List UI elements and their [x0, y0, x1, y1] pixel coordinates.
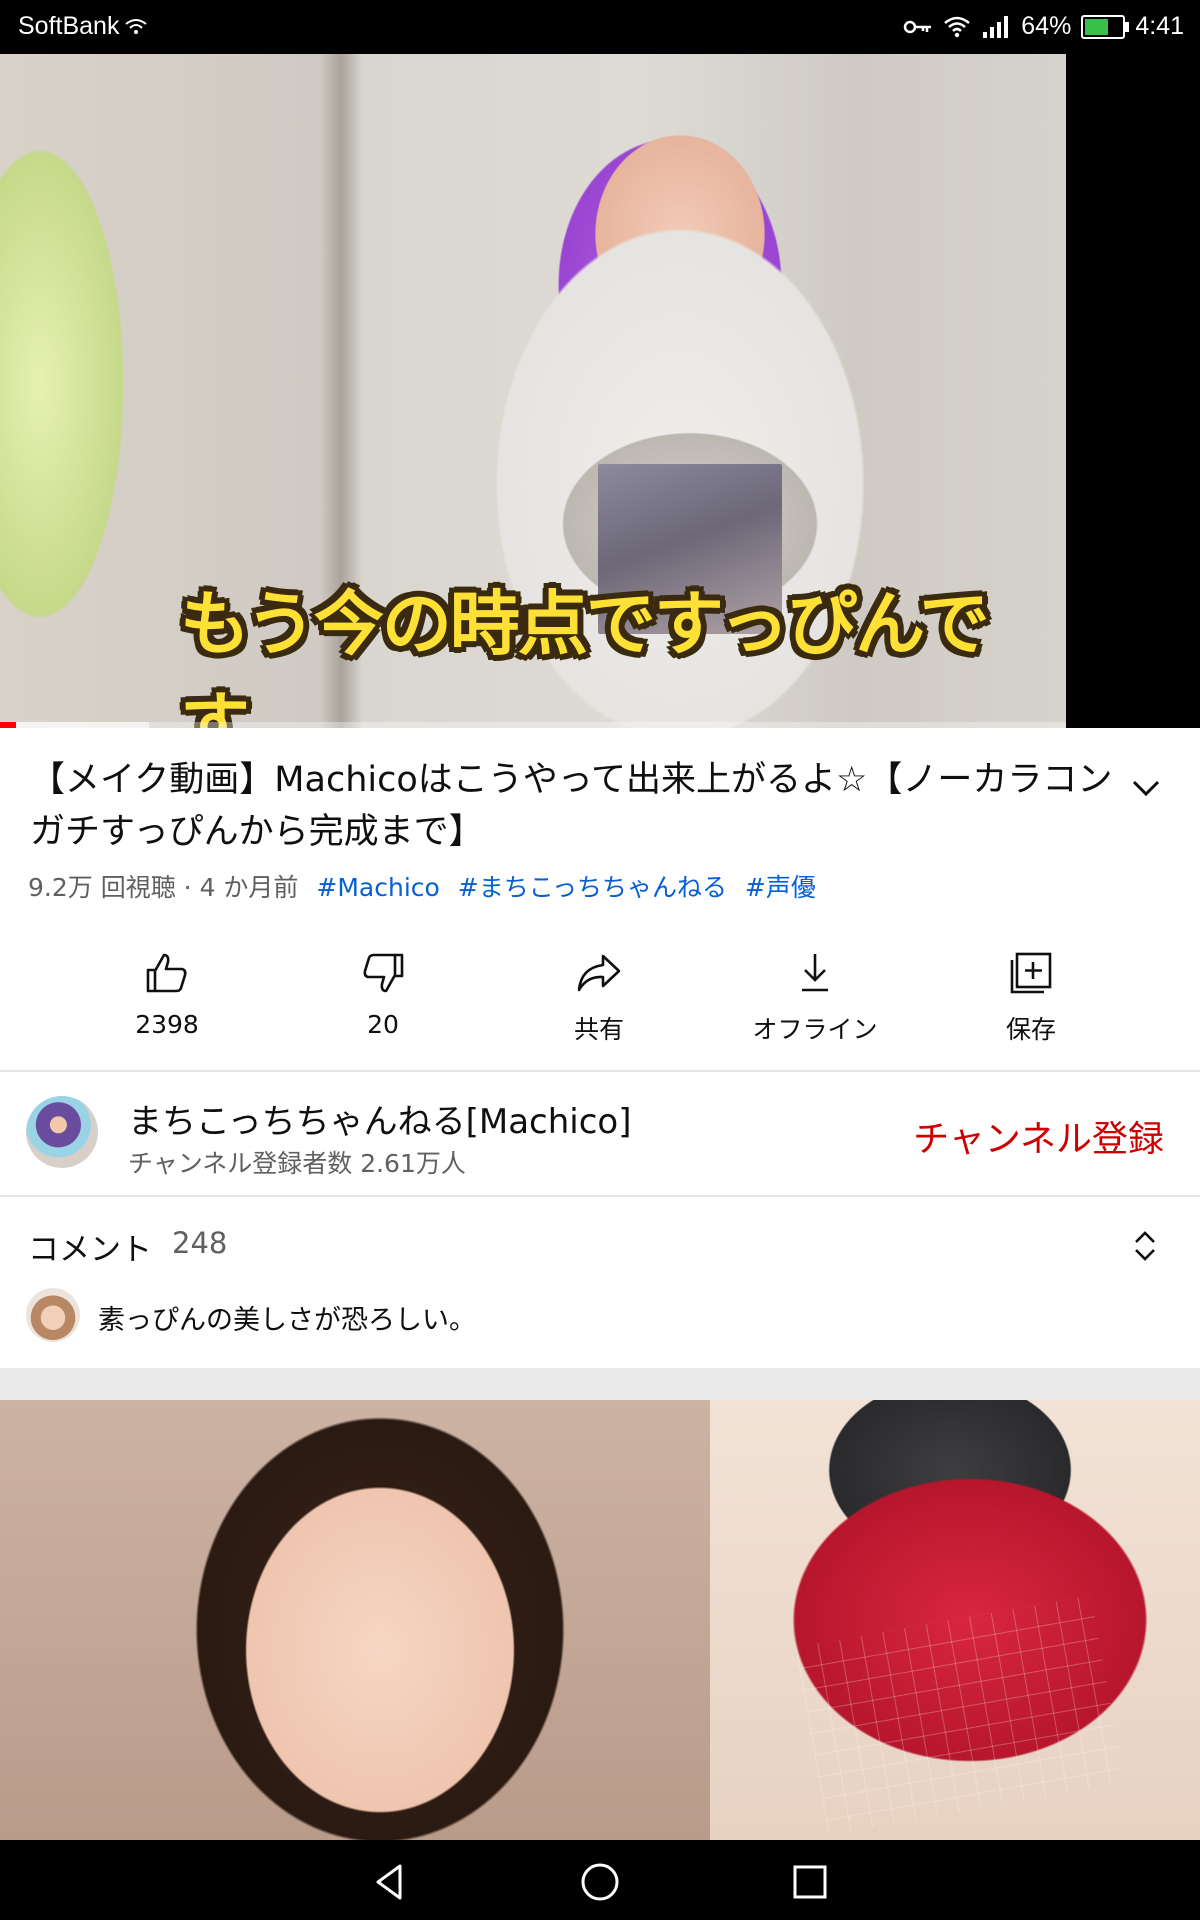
hashtag-link[interactable]: #声優	[745, 873, 816, 902]
offline-label: オフライン	[752, 1015, 878, 1044]
status-left: SoftBank	[18, 12, 148, 41]
battery-icon	[1081, 14, 1130, 39]
video-meta: 9.2万 回視聴 · 4 か月前 #Machico #まちこっちちゃんねる #声…	[28, 868, 816, 904]
wifi-calling-icon	[125, 18, 148, 34]
progress-played	[0, 722, 16, 728]
save-label: 保存	[1005, 1015, 1056, 1044]
battery-fill	[1085, 18, 1109, 35]
action-bar: 2398 20 共有 オフライン 保存	[0, 940, 1200, 1070]
dislike-button[interactable]: 20	[298, 940, 468, 1070]
expand-sort-icon[interactable]	[1130, 1226, 1160, 1266]
meta-separator: ·	[183, 873, 200, 902]
dislike-count: 20	[367, 1010, 399, 1039]
like-button[interactable]: 2398	[82, 940, 252, 1070]
comments-count: 248	[172, 1226, 228, 1260]
vpn-key-icon	[904, 20, 932, 33]
system-nav-bar	[0, 1840, 1200, 1920]
like-count: 2398	[135, 1010, 199, 1039]
subscriber-count: チャンネル登録者数 2.61万人	[128, 1149, 466, 1178]
status-right: 64% 4:41	[903, 12, 1184, 41]
subscribe-button[interactable]: チャンネル登録	[913, 1110, 1164, 1162]
video-title[interactable]: 【メイク動画】Machicoはこうやって出来上がるよ☆【ノーカラコンガチすっぴん…	[30, 754, 1120, 858]
progress-buffered	[15, 722, 150, 728]
battery-percent: 64%	[1021, 12, 1072, 40]
progress-bar[interactable]	[0, 722, 1066, 728]
top-comment: 素っぴんの美しさが恐ろしい。	[98, 1305, 476, 1336]
channel-row[interactable]: まちこっちちゃんねる[Machico] チャンネル登録者数 2.61万人 チャン…	[0, 1072, 1200, 1196]
thumbs-down-icon	[363, 953, 404, 993]
video-player[interactable]: もう今の時点ですっぴんです	[0, 54, 1200, 728]
view-count: 9.2万 回視聴	[28, 873, 176, 902]
hashtag-link[interactable]: #Machico	[316, 873, 439, 902]
recents-icon[interactable]	[788, 1860, 832, 1904]
signal-icon	[983, 15, 1009, 38]
home-icon[interactable]	[578, 1860, 622, 1904]
chevron-down-icon[interactable]	[1126, 768, 1166, 808]
upload-age: 4 か月前	[199, 873, 299, 902]
share-arrow-icon	[577, 954, 621, 992]
status-bar: SoftBank 64% 4:41	[0, 0, 1200, 54]
comments-label: コメント	[28, 1232, 152, 1268]
commenter-avatar	[26, 1288, 80, 1342]
clock: 4:41	[1135, 12, 1184, 40]
offline-button[interactable]: オフライン	[730, 940, 900, 1070]
comments-section[interactable]: コメント 248 素っぴんの美しさが恐ろしい。	[0, 1198, 1200, 1368]
video-frame[interactable]: もう今の時点ですっぴんです	[0, 54, 1066, 728]
divider	[0, 1195, 1200, 1197]
thumbnail-left-image	[0, 1400, 710, 1840]
carrier-label: SoftBank	[18, 12, 120, 40]
playlist-add-icon	[1010, 952, 1052, 994]
hashtag-link[interactable]: #まちこっちちゃんねる	[458, 873, 727, 902]
thumbs-up-icon	[146, 953, 187, 993]
share-label: 共有	[573, 1015, 624, 1044]
next-video-thumbnail[interactable]	[0, 1400, 1200, 1840]
share-button[interactable]: 共有	[514, 940, 684, 1070]
back-icon[interactable]	[368, 1860, 412, 1904]
wifi-icon	[944, 16, 971, 37]
channel-avatar[interactable]	[26, 1096, 98, 1168]
save-button[interactable]: 保存	[946, 940, 1116, 1070]
video-caption: もう今の時点ですっぴんです	[180, 583, 990, 728]
channel-name[interactable]: まちこっちちゃんねる[Machico]	[128, 1094, 632, 1143]
section-separator	[0, 1368, 1200, 1400]
download-icon	[802, 954, 828, 992]
